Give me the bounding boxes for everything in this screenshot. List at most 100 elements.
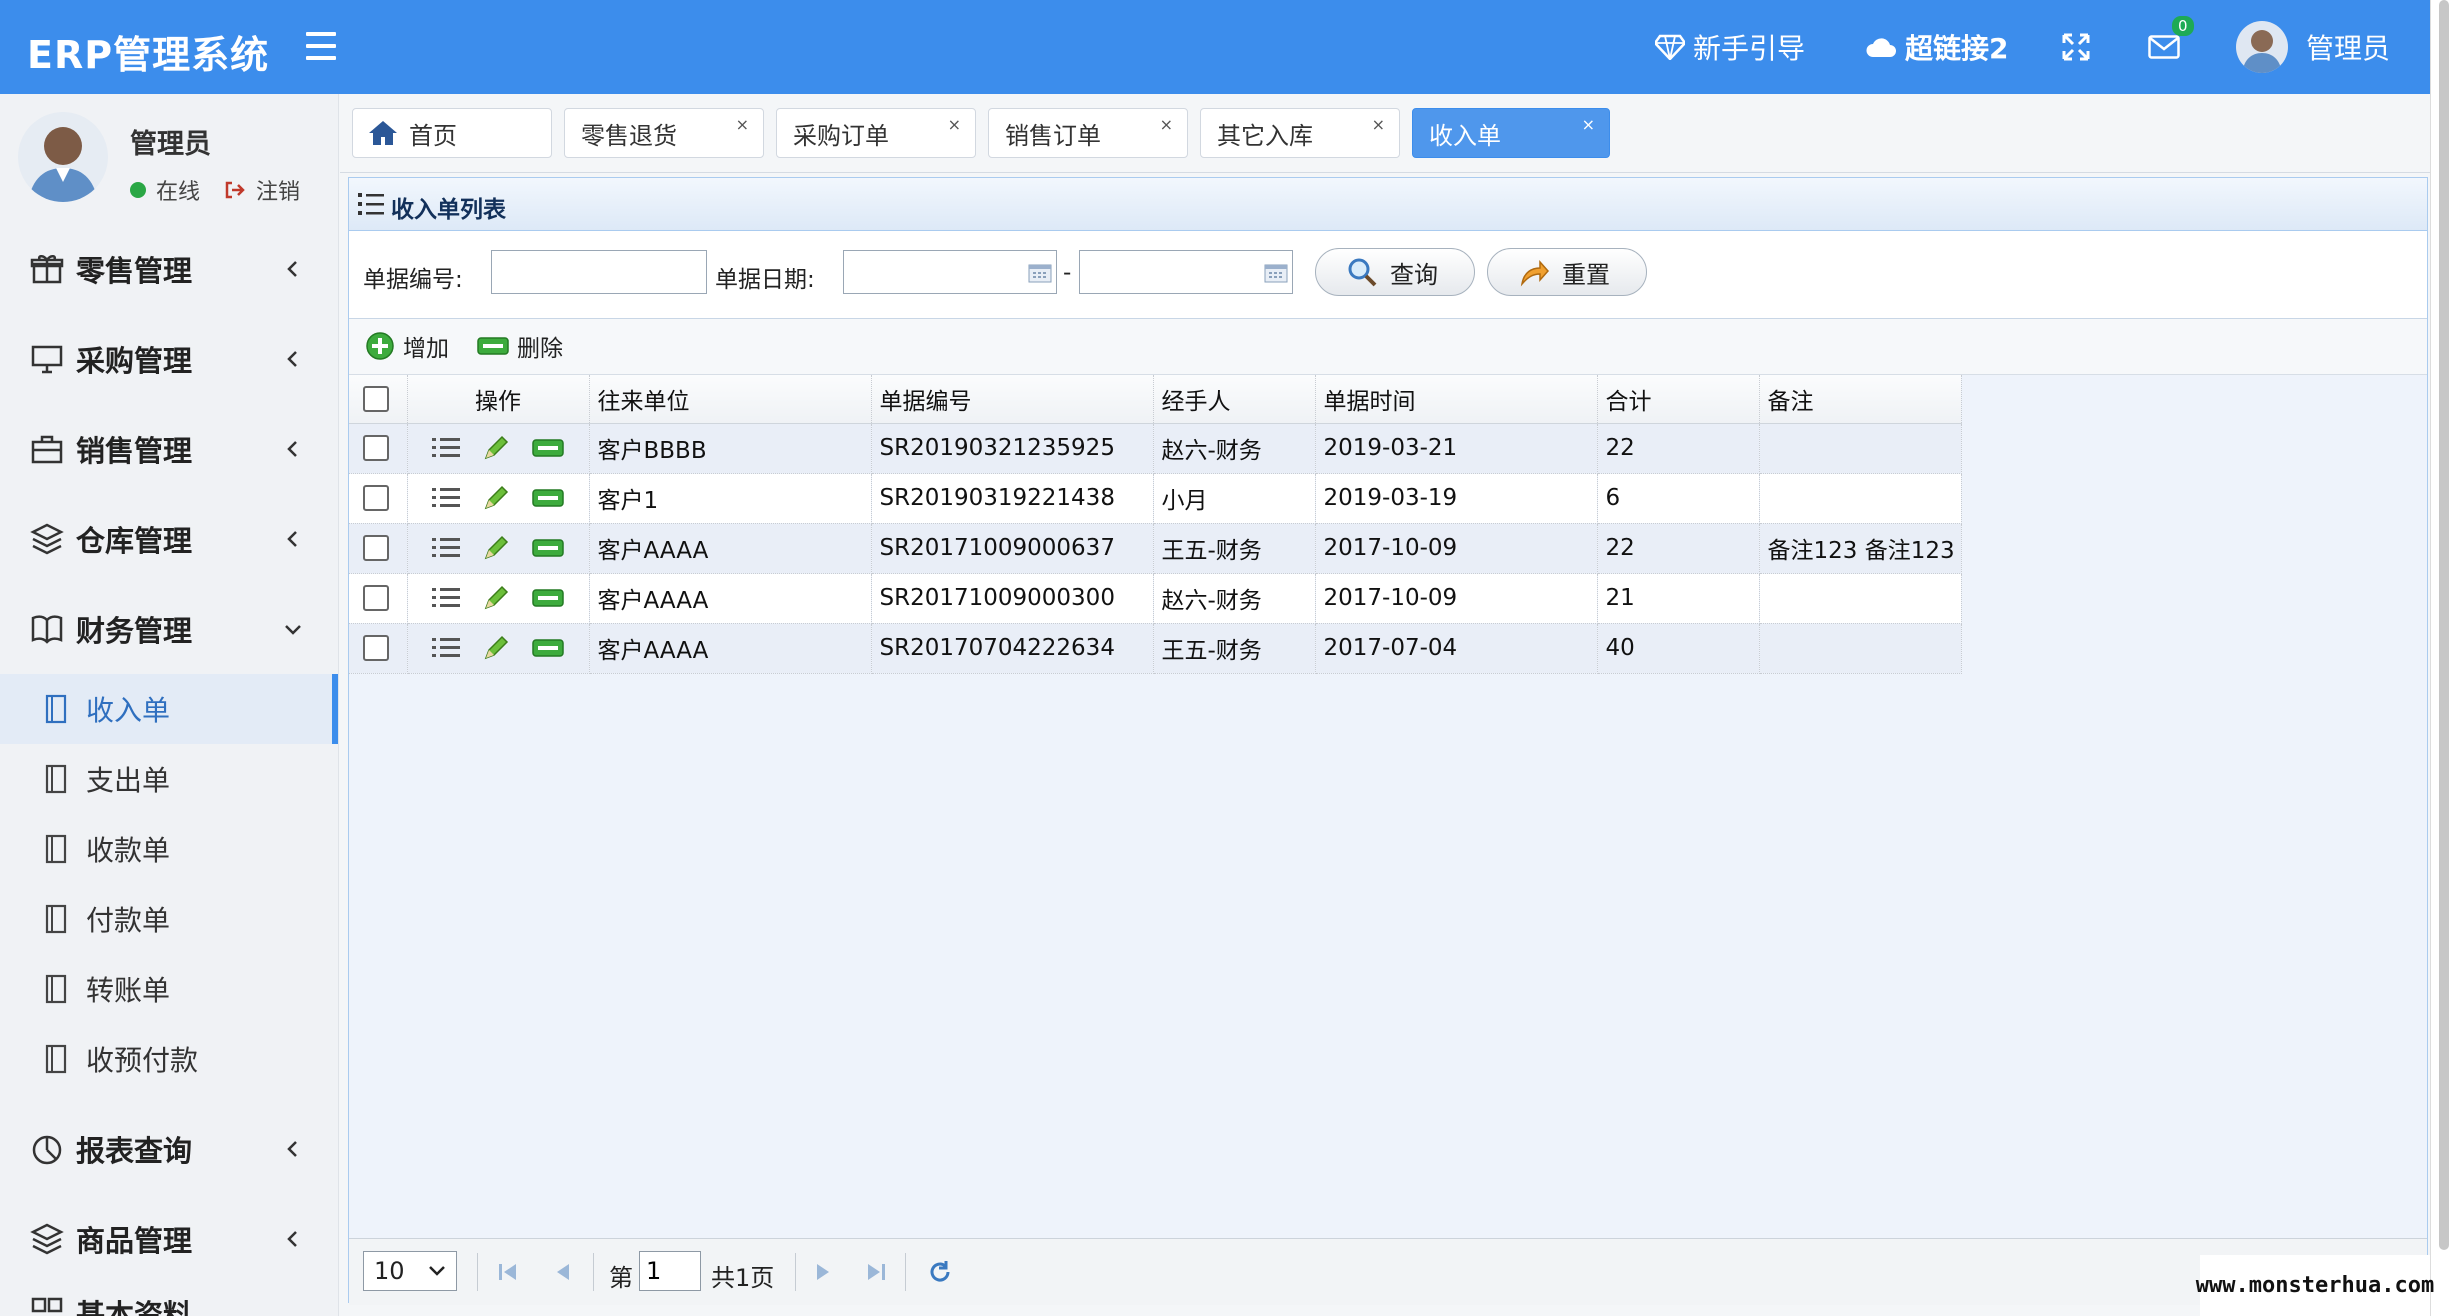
- column-header[interactable]: 合计: [1597, 375, 1760, 424]
- minus-icon[interactable]: [531, 587, 564, 609]
- column-header[interactable]: 单据时间: [1315, 375, 1598, 424]
- tab-home[interactable]: 首页: [352, 108, 552, 158]
- row-checkbox[interactable]: [363, 585, 389, 611]
- sidebar-item-receipt[interactable]: 收款单: [0, 814, 338, 884]
- fullscreen-button[interactable]: [2062, 0, 2090, 94]
- tab-close-icon[interactable]: ×: [1160, 115, 1173, 134]
- sidebar-item-transfer[interactable]: 转账单: [0, 954, 338, 1024]
- minus-icon[interactable]: [531, 537, 564, 559]
- row-checkbox[interactable]: [363, 435, 389, 461]
- link2-link[interactable]: 超链接2: [1865, 0, 2008, 94]
- row-checkbox[interactable]: [363, 485, 389, 511]
- sidebar-item-label: 收预付款: [86, 1044, 199, 1077]
- reset-button[interactable]: 重置: [1487, 248, 1647, 296]
- next-page-icon[interactable]: [811, 1261, 833, 1283]
- user-avatar: [18, 112, 108, 202]
- delete-button[interactable]: 删除: [477, 329, 563, 363]
- logout-icon[interactable]: [224, 180, 246, 200]
- nav-group-goods[interactable]: 商品管理: [0, 1194, 338, 1284]
- tab-sales-order[interactable]: 销售订单 ×: [988, 108, 1188, 158]
- list-icon[interactable]: [431, 486, 460, 510]
- list-icon[interactable]: [431, 586, 460, 610]
- page-scrollbar[interactable]: [2430, 0, 2458, 1316]
- select-all-checkbox[interactable]: [363, 385, 389, 412]
- minus-icon[interactable]: [531, 487, 564, 509]
- end-date-input[interactable]: [1079, 250, 1293, 294]
- list-icon[interactable]: [431, 436, 460, 460]
- home-icon: [369, 121, 397, 145]
- user-menu[interactable]: 管理员: [2236, 0, 2390, 94]
- table-row[interactable]: 客户AAAA SR20171009000637 王五-财务 2017-10-09…: [349, 523, 1962, 574]
- row-checkbox[interactable]: [363, 635, 389, 661]
- sidebar-item-income[interactable]: 收入单: [0, 674, 338, 744]
- column-header[interactable]: 往来单位: [589, 375, 872, 424]
- table-row[interactable]: 客户AAAA SR20170704222634 王五-财务 2017-07-04…: [349, 623, 1962, 674]
- guide-link[interactable]: 新手引导: [1655, 0, 1805, 94]
- pencil-icon[interactable]: [482, 484, 510, 512]
- nav-group-reports[interactable]: 报表查询: [0, 1104, 338, 1194]
- date-separator: -: [1063, 260, 1072, 286]
- tab-close-icon[interactable]: ×: [736, 115, 749, 134]
- pencil-icon[interactable]: [482, 434, 510, 462]
- notebook-icon: [45, 974, 67, 1004]
- tab-other-inbound[interactable]: 其它入库 ×: [1200, 108, 1400, 158]
- nav-group-label: 采购管理: [76, 344, 193, 378]
- cell-total: 22: [1597, 423, 1760, 474]
- sidebar: 管理员 在线 注销 零售管理 采购管理 销售管理 仓库管理 财务管理 收入单 支…: [0, 94, 339, 1316]
- nav-group-retail[interactable]: 零售管理: [0, 224, 338, 314]
- tab-close-icon[interactable]: ×: [1372, 115, 1385, 134]
- mail-button[interactable]: [2148, 0, 2180, 94]
- table-row[interactable]: 客户1 SR20190319221438 小月 2019-03-19 6: [349, 473, 1962, 524]
- cell-unit: 客户AAAA: [589, 573, 872, 624]
- income-list-panel: 收入单列表 单据编号: 单据日期: - 查询 重置 增加 删除 操作 往来单位 …: [348, 177, 2428, 1305]
- row-actions: [407, 423, 590, 474]
- add-button[interactable]: 增加: [365, 329, 449, 363]
- column-header[interactable]: 备注: [1759, 375, 1962, 424]
- pencil-icon[interactable]: [482, 584, 510, 612]
- row-checkbox[interactable]: [363, 535, 389, 561]
- logout-link[interactable]: 注销: [256, 174, 300, 206]
- query-button[interactable]: 查询: [1315, 248, 1475, 296]
- tab-close-icon[interactable]: ×: [948, 115, 961, 134]
- tab-purchase-order[interactable]: 采购订单 ×: [776, 108, 976, 158]
- page-number-input[interactable]: [639, 1251, 701, 1291]
- sidebar-item-expense[interactable]: 支出单: [0, 744, 338, 814]
- nav-group-sales[interactable]: 销售管理: [0, 404, 338, 494]
- last-page-icon[interactable]: [865, 1261, 887, 1283]
- mail-badge: 0: [2172, 16, 2194, 36]
- nav-group-finance[interactable]: 财务管理: [0, 584, 338, 674]
- minus-icon[interactable]: [531, 637, 564, 659]
- first-page-icon[interactable]: [497, 1261, 519, 1283]
- nav-group-purchase[interactable]: 采购管理: [0, 314, 338, 404]
- table-row[interactable]: 客户BBBB SR20190321235925 赵六-财务 2019-03-21…: [349, 423, 1962, 474]
- nav-group-label: 报表查询: [76, 1134, 193, 1168]
- sidebar-item-advance[interactable]: 收预付款: [0, 1024, 338, 1094]
- minus-icon[interactable]: [531, 437, 564, 459]
- nav-group-basic[interactable]: 基本资料: [0, 1284, 338, 1316]
- grid-icon: [31, 1297, 63, 1313]
- list-icon[interactable]: [431, 536, 460, 560]
- notebook-icon: [45, 834, 67, 864]
- menu-toggle-icon[interactable]: [306, 32, 336, 60]
- grid-toolbar: 增加 删除: [349, 319, 2427, 375]
- sidebar-item-payment[interactable]: 付款单: [0, 884, 338, 954]
- list-icon[interactable]: [431, 636, 460, 660]
- pencil-icon[interactable]: [482, 534, 510, 562]
- table-row[interactable]: 客户AAAA SR20171009000300 赵六-财务 2017-10-09…: [349, 573, 1962, 624]
- start-date-input[interactable]: [843, 250, 1057, 294]
- pencil-icon[interactable]: [482, 634, 510, 662]
- column-header[interactable]: 单据编号: [871, 375, 1154, 424]
- number-input[interactable]: [491, 250, 707, 294]
- nav-group-warehouse[interactable]: 仓库管理: [0, 494, 338, 584]
- add-label: 增加: [403, 336, 449, 362]
- prev-page-icon[interactable]: [553, 1261, 575, 1283]
- tab-close-icon[interactable]: ×: [1582, 115, 1595, 134]
- tab-retail-return[interactable]: 零售退货 ×: [564, 108, 764, 158]
- column-header[interactable]: 经手人: [1153, 375, 1316, 424]
- refresh-icon[interactable]: [927, 1259, 953, 1285]
- calendar-icon[interactable]: [1264, 263, 1288, 283]
- page-size-select[interactable]: 10: [363, 1251, 457, 1291]
- calendar-icon[interactable]: [1028, 263, 1052, 283]
- tab-income[interactable]: 收入单 ×: [1412, 108, 1610, 158]
- row-actions: [407, 523, 590, 574]
